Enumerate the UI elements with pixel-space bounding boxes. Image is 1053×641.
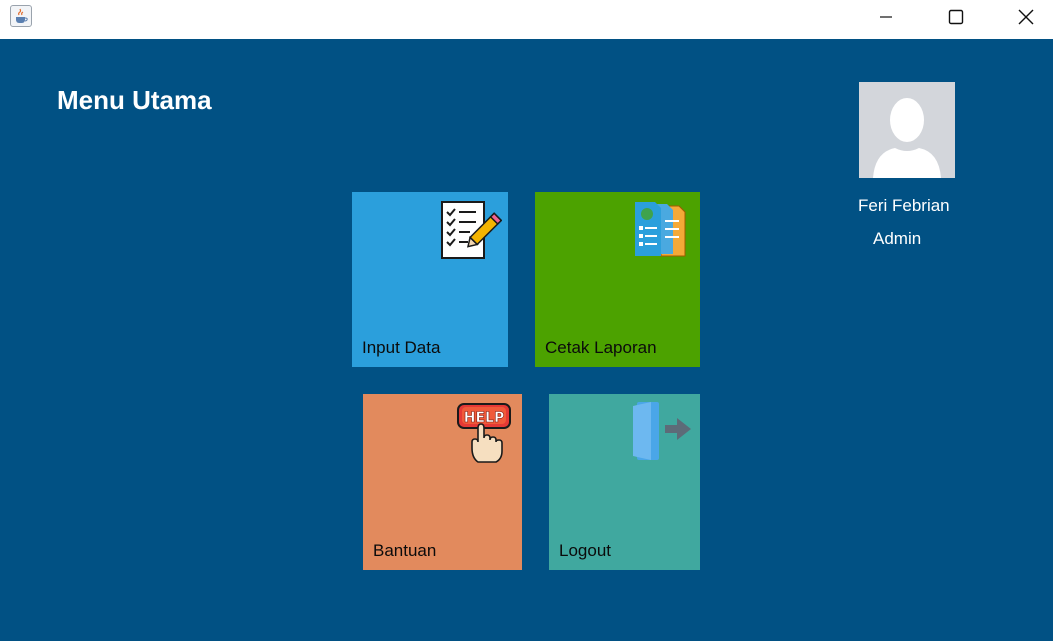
report-documents-icon	[633, 200, 691, 263]
main-panel: Menu Utama Feri Febrian Admin Input Data…	[0, 39, 1053, 641]
svg-text:HELP: HELP	[464, 410, 504, 426]
close-button[interactable]	[991, 0, 1053, 34]
user-role: Admin	[873, 229, 922, 248]
cetak-laporan-tile[interactable]: Cetak Laporan	[535, 192, 700, 367]
user-silhouette-icon	[859, 82, 955, 178]
logout-label: Logout	[559, 541, 611, 560]
bantuan-label: Bantuan	[373, 541, 437, 560]
window-titlebar	[0, 0, 1053, 39]
bantuan-tile[interactable]: HELP Bantuan	[363, 394, 522, 570]
user-name: Feri Febrian	[858, 196, 950, 215]
minimize-icon	[880, 16, 892, 18]
page-title: Menu Utama	[57, 85, 212, 115]
maximize-button[interactable]	[921, 0, 991, 34]
door-exit-icon	[631, 400, 693, 467]
maximize-icon	[948, 9, 964, 25]
help-button-icon: HELP	[456, 402, 512, 469]
avatar	[859, 82, 955, 178]
cetak-laporan-label: Cetak Laporan	[545, 338, 657, 357]
close-icon	[1018, 9, 1034, 25]
logout-tile[interactable]: Logout	[549, 394, 700, 570]
java-coffee-cup-icon[interactable]	[10, 5, 32, 27]
checklist-pencil-icon	[440, 200, 503, 267]
input-data-tile[interactable]: Input Data	[352, 192, 508, 367]
input-data-label: Input Data	[362, 338, 441, 357]
minimize-button[interactable]	[851, 0, 921, 34]
